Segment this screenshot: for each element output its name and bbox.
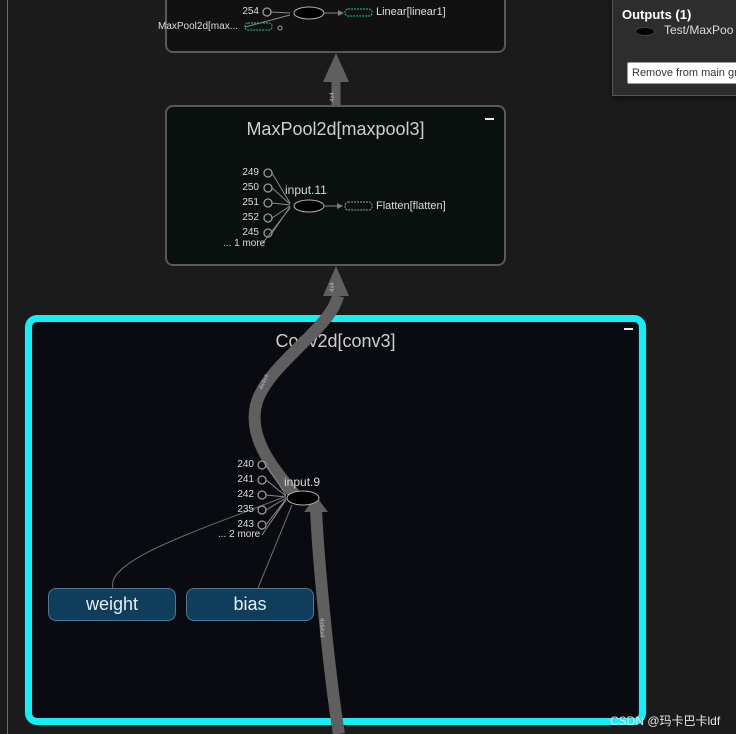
port-label: 235: [237, 504, 254, 515]
watermark-text: CSDN @玛卡巴卡ldf: [610, 714, 721, 728]
output-target-label[interactable]: Linear[linear1]: [376, 6, 446, 18]
port-label: 241: [237, 474, 254, 485]
op-label: input.9: [284, 475, 321, 489]
svg-text:4x4: 4x4: [330, 92, 336, 102]
port-label: 249: [242, 167, 259, 178]
port-label: 251: [242, 197, 259, 208]
port-label: 250: [242, 182, 259, 193]
arrowhead-icon: [323, 53, 349, 82]
svg-text:4x4: 4x4: [330, 282, 336, 292]
output-target-label[interactable]: Flatten[flatten]: [376, 200, 446, 212]
port-label: 254: [242, 6, 259, 17]
remove-from-main-graph-button[interactable]: Remove from main gr: [627, 62, 736, 84]
svg-text:4x64x4: 4x64x4: [318, 618, 324, 638]
more-ports-label[interactable]: ... 1 more: [223, 238, 265, 249]
port-label: MaxPool2d[max...: [158, 21, 239, 32]
output-item[interactable]: Test/MaxPoo: [664, 23, 733, 37]
tensor-edge-conv-to-maxpool: [248, 294, 344, 499]
output-node-icon: [635, 27, 655, 36]
more-ports-label[interactable]: ... 2 more: [218, 529, 260, 540]
port-label: 242: [237, 489, 254, 500]
op-label: input.11: [285, 183, 327, 197]
param-weight[interactable]: weight: [48, 588, 176, 621]
param-bias[interactable]: bias: [186, 588, 314, 621]
port-label: 245: [242, 227, 259, 238]
port-label: 252: [242, 212, 259, 223]
port-label: 240: [237, 459, 254, 470]
op-node: [286, 490, 320, 506]
op-node: [293, 6, 325, 20]
outputs-title: Outputs (1): [622, 7, 692, 22]
arrowhead-icon: [323, 266, 349, 296]
graph-edges: 4x64x4 4x4x4 4x4 4x4: [112, 6, 373, 734]
op-node: [293, 199, 325, 213]
